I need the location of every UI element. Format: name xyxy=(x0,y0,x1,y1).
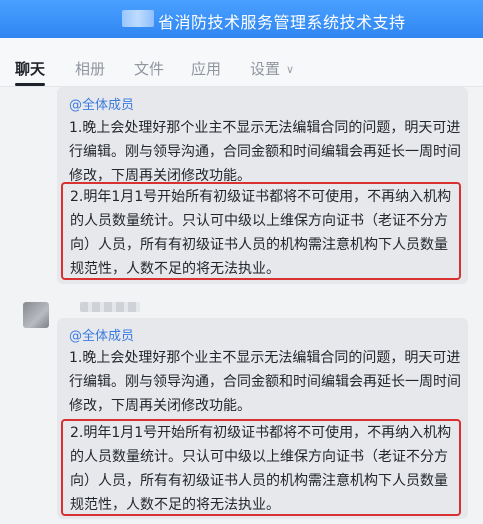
sender-name-blurred xyxy=(80,302,140,312)
message-paragraph: 1.晚上会处理好那个业主不显示无法编辑合同的问题，明天可进行编辑。刚与领导沟通，… xyxy=(69,120,461,184)
blurred-title-prefix xyxy=(122,10,154,27)
message-paragraph-highlighted: 2.明年1月1号开始所有初级证书都将不可使用，不再纳入机构的人员数量统计。只认可… xyxy=(70,425,452,513)
message-bubble: @全体成员 1.晚上会处理好那个业主不显示无法编辑合同的问题，明天可进行编辑。刚… xyxy=(57,87,468,284)
avatar[interactable] xyxy=(23,302,49,328)
chevron-down-icon: ∨ xyxy=(286,63,295,76)
window-title: 省消防技术服务管理系统技术支持 xyxy=(158,13,406,32)
message-paragraph-highlighted: 2.明年1月1号开始所有初级证书都将不可使用，不再纳入机构的人员数量统计。只认可… xyxy=(70,189,452,277)
highlight-box: 2.明年1月1号开始所有初级证书都将不可使用，不再纳入机构的人员数量统计。只认可… xyxy=(61,419,461,516)
tab-settings[interactable]: 设置 ∨ xyxy=(250,58,294,79)
mention-all[interactable]: @全体成员 xyxy=(69,94,134,113)
tab-chat[interactable]: 聊天 xyxy=(15,58,45,79)
active-tab-indicator xyxy=(15,83,45,86)
mention-all[interactable]: @全体成员 xyxy=(69,325,134,344)
message-paragraph: 1.晚上会处理好那个业主不显示无法编辑合同的问题，明天可进行编辑。刚与领导沟通，… xyxy=(69,350,461,414)
tab-album[interactable]: 相册 xyxy=(75,58,105,79)
tab-bar: 聊天 相册 文件 应用 设置 ∨ xyxy=(0,38,483,87)
tab-settings-label: 设置 xyxy=(250,60,281,78)
message-bubble: @全体成员 1.晚上会处理好那个业主不显示无法编辑合同的问题，明天可进行编辑。刚… xyxy=(57,318,468,519)
tab-files[interactable]: 文件 xyxy=(134,58,164,79)
tab-apps[interactable]: 应用 xyxy=(191,58,221,79)
chat-area[interactable]: @全体成员 1.晚上会处理好那个业主不显示无法编辑合同的问题，明天可进行编辑。刚… xyxy=(0,87,483,524)
highlight-box: 2.明年1月1号开始所有初级证书都将不可使用，不再纳入机构的人员数量统计。只认可… xyxy=(61,182,461,280)
title-bar: 省消防技术服务管理系统技术支持 xyxy=(0,0,483,38)
